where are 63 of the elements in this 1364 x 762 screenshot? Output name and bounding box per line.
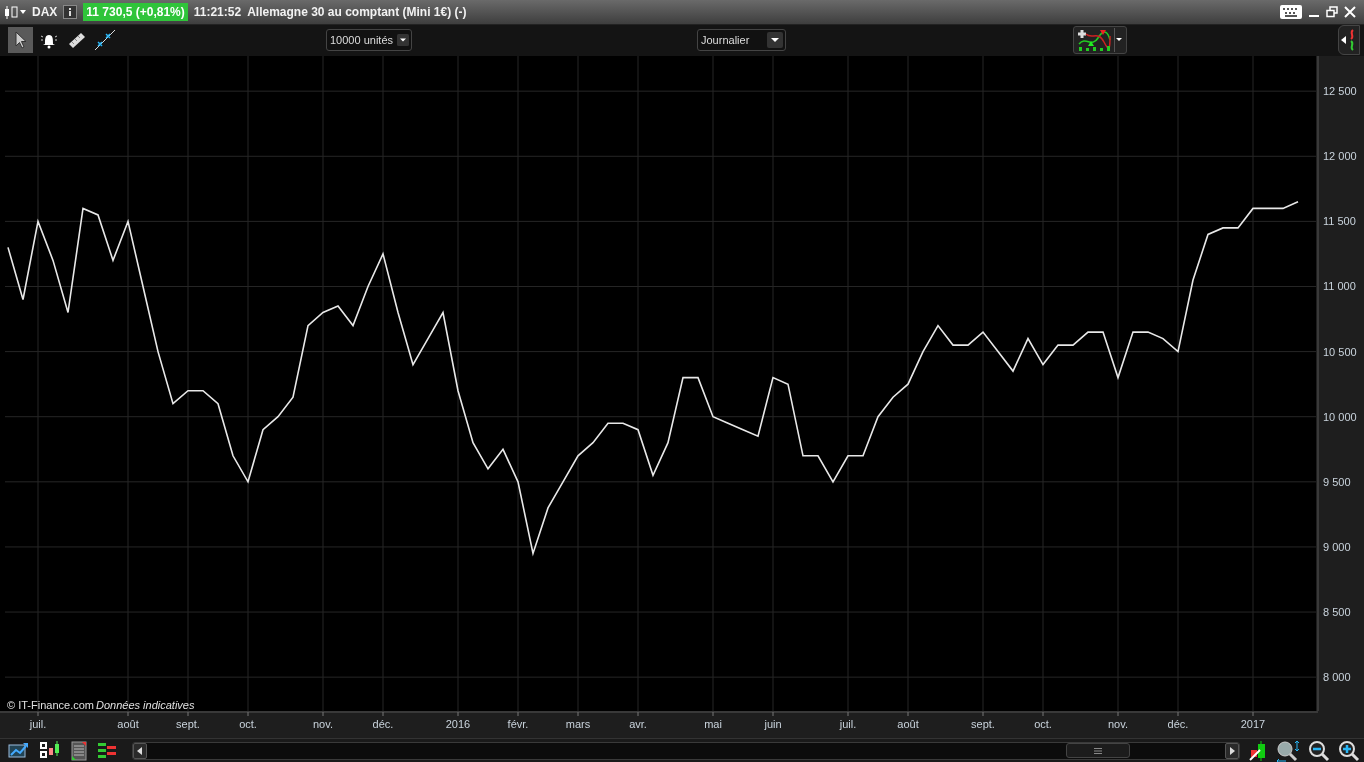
axis-label: août	[117, 718, 139, 730]
axis-label: nov.	[313, 718, 333, 730]
disclaimer-text: Données indicatives	[96, 699, 195, 711]
axis-label: 12 500	[1323, 85, 1357, 98]
axis-label: 8 000	[1323, 671, 1351, 684]
axis-label: 2016	[445, 718, 471, 730]
instrument-name[interactable]: DAX	[32, 4, 58, 19]
axis-label: sept.	[971, 718, 995, 730]
order-book-icon[interactable]	[96, 740, 118, 761]
axis-label: 10 500	[1323, 345, 1357, 358]
axis-label: juin	[764, 718, 782, 730]
axis-label: août	[897, 718, 919, 730]
info-icon[interactable]	[63, 4, 78, 19]
caret-icon	[397, 32, 409, 49]
axis-label: juil.	[839, 718, 857, 730]
axis-label: 8 500	[1323, 606, 1351, 619]
axis-label: oct.	[239, 718, 257, 730]
caret-icon	[767, 32, 783, 49]
candle-edit-icon[interactable]	[1248, 740, 1268, 761]
axis-label: avr.	[629, 718, 647, 730]
axis-label: sept.	[176, 718, 200, 730]
auto-zoom-icon[interactable]	[1276, 739, 1300, 762]
instrument-title: Allemagne 30 au comptant (Mini 1€) (-)	[247, 4, 467, 19]
axis-label: 11 000	[1323, 280, 1356, 293]
price-badge: 11 730,5 (+0,81%)	[83, 2, 188, 21]
axis-label: 2017	[1240, 718, 1266, 730]
axis-label: 9 000	[1323, 540, 1351, 553]
close-icon[interactable]	[1344, 5, 1356, 18]
pointer-tool[interactable]	[8, 27, 33, 54]
scrollbar[interactable]	[132, 741, 1240, 760]
document-icon[interactable]	[70, 740, 88, 761]
scroll-thumb[interactable]	[1066, 743, 1130, 758]
keyboard-icon[interactable]	[1280, 4, 1302, 19]
scroll-right-button[interactable]	[1225, 742, 1239, 759]
indicators-button[interactable]	[1073, 26, 1127, 55]
axis-label: 12 000	[1323, 150, 1357, 163]
axis-label: nov.	[1108, 718, 1128, 730]
zoom-out-icon[interactable]	[1308, 739, 1330, 762]
scroll-left-button[interactable]	[133, 742, 147, 759]
axis-label: déc.	[372, 718, 394, 730]
candle-style-icon[interactable]	[38, 740, 62, 761]
candlestick-icon[interactable]	[4, 3, 26, 20]
copyright-text: © IT-Finance.com	[7, 699, 94, 711]
axis-label: déc.	[1167, 718, 1189, 730]
quote-time: 11:21:52	[193, 4, 242, 19]
axis-label: févr.	[507, 718, 529, 730]
axis-label: 10 000	[1323, 410, 1357, 423]
units-dropdown[interactable]: 10000 unités	[326, 29, 412, 52]
axis-label: 9 500	[1323, 475, 1351, 488]
period-dropdown[interactable]: Journalier	[697, 29, 786, 52]
left-arrow-icon	[137, 746, 143, 755]
axis-label: 11 500	[1323, 215, 1356, 228]
axis-label: mai	[704, 718, 722, 730]
zoom-in-icon[interactable]	[1338, 739, 1360, 762]
axis-label: juil.	[29, 718, 47, 730]
right-arrow-icon	[1229, 746, 1235, 755]
line-icon	[93, 29, 116, 52]
pointer-icon	[13, 31, 28, 50]
chart-export-icon[interactable]	[8, 740, 30, 761]
restore-icon[interactable]	[1326, 5, 1338, 18]
side-panel-button[interactable]	[1338, 25, 1360, 56]
axis-label: mars	[565, 718, 591, 730]
axis-label: oct.	[1034, 718, 1052, 730]
